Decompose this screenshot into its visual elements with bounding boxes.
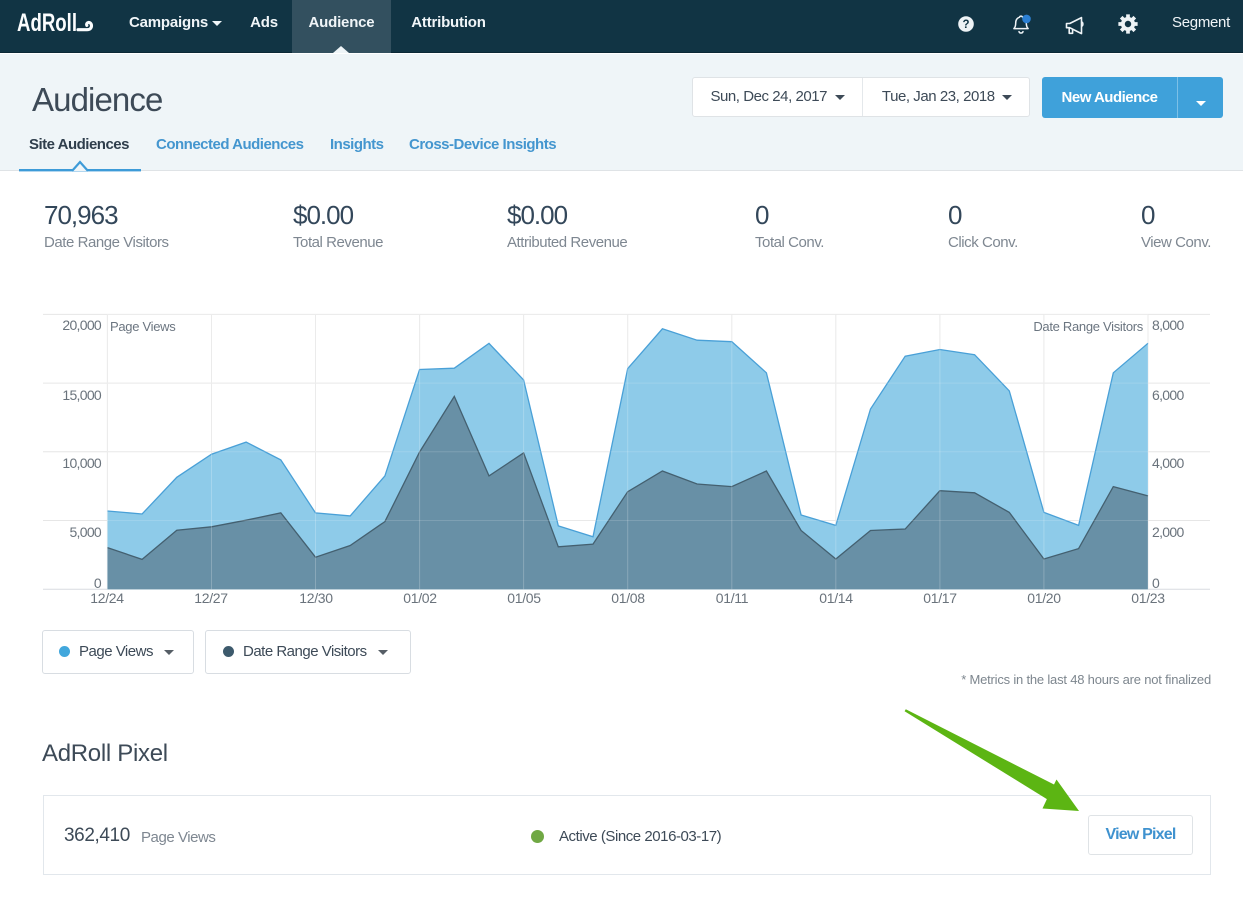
svg-text:AdRoll: AdRoll [17, 10, 77, 37]
svg-text:?: ? [962, 19, 969, 31]
